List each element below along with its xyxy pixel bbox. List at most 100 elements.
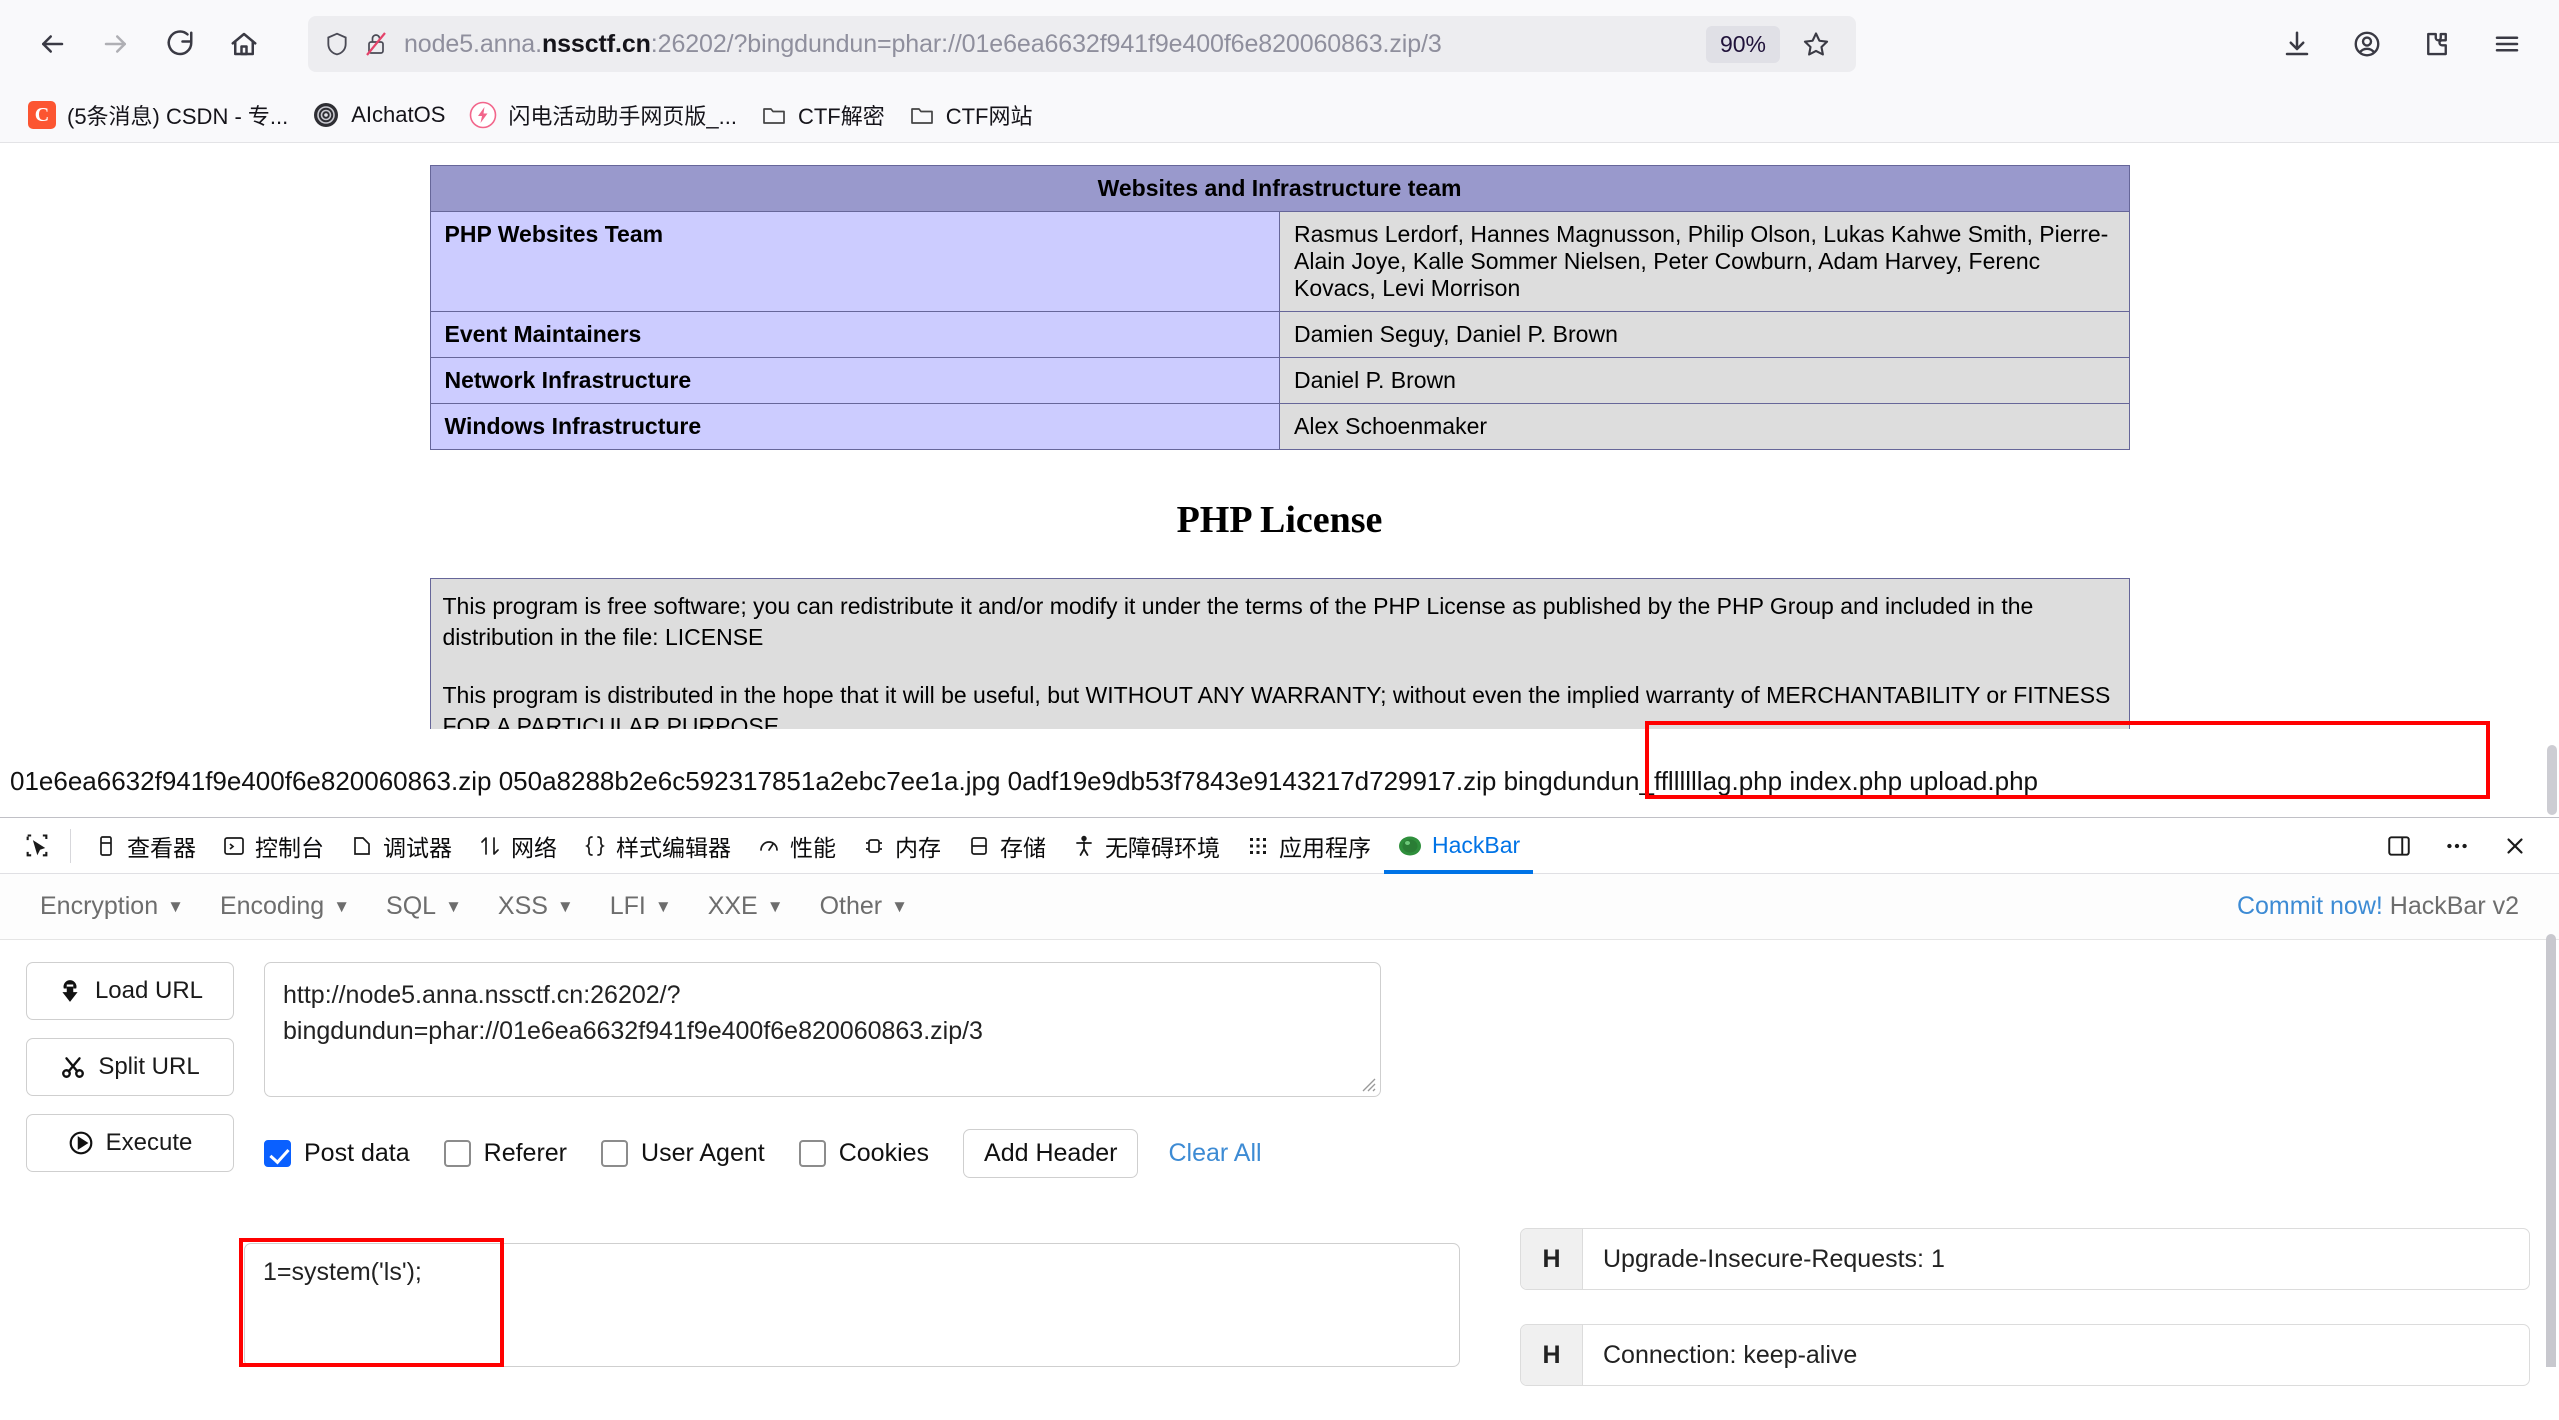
split-url-button[interactable]: Split URL: [26, 1038, 234, 1096]
tab-label: HackBar: [1432, 832, 1521, 858]
menu-label: LFI: [609, 892, 646, 920]
tab-application[interactable]: 应用程序: [1233, 818, 1384, 874]
account-icon[interactable]: [2339, 16, 2395, 72]
table-row-value: Daniel P. Brown: [1279, 357, 2130, 404]
tab-hackbar[interactable]: HackBar: [1384, 818, 1533, 874]
table-row-key: Network Infrastructure: [429, 357, 1280, 404]
bookmark-ctf-jiemi[interactable]: CTF解密: [751, 93, 895, 137]
zoom-level-badge[interactable]: 90%: [1705, 25, 1780, 63]
bookmark-ctf-wangzhan[interactable]: CTF网站: [899, 93, 1043, 137]
license-paragraph: This program is distributed in the hope …: [442, 682, 2111, 729]
tab-console[interactable]: 控制台: [209, 818, 337, 874]
tab-label: 存储: [1000, 834, 1046, 861]
accessibility-icon: [1072, 834, 1096, 858]
post-data-checkbox[interactable]: Post data: [264, 1139, 410, 1168]
page-content: Websites and Infrastructure team PHP Web…: [0, 143, 2559, 729]
home-icon[interactable]: [216, 16, 272, 72]
hackbar-icon: [1397, 833, 1423, 859]
chevron-down-icon: ▼: [333, 897, 351, 916]
tab-accessibility[interactable]: 无障碍环境: [1059, 818, 1233, 874]
header-value[interactable]: Upgrade-Insecure-Requests: 1: [1583, 1229, 2529, 1289]
header-value[interactable]: Connection: keep-alive: [1583, 1325, 2529, 1385]
table-title: Websites and Infrastructure team: [429, 165, 2130, 212]
resize-grip-icon[interactable]: [1357, 1073, 1377, 1093]
menu-xss[interactable]: XSS ▼: [480, 886, 592, 927]
checkbox-box[interactable]: [264, 1140, 291, 1167]
url-input[interactable]: http://node5.anna.nssctf.cn:26202/? bing…: [264, 962, 1381, 1097]
bookmark-label: AIchatOS: [351, 102, 446, 127]
bookmark-csdn[interactable]: C (5条消息) CSDN - 专...: [18, 93, 298, 137]
element-picker-icon[interactable]: [14, 823, 60, 869]
memory-icon: [862, 834, 886, 858]
chevron-down-icon: ▼: [556, 897, 574, 916]
execute-button[interactable]: Execute: [26, 1114, 234, 1172]
tab-label: 控制台: [255, 834, 324, 861]
menu-lfi[interactable]: LFI ▼: [592, 886, 690, 927]
inspector-icon: [94, 834, 118, 858]
cookies-checkbox[interactable]: Cookies: [798, 1139, 929, 1168]
button-label: Split URL: [98, 1053, 200, 1080]
url-text[interactable]: node5.anna.nssctf.cn:26202/?bingdundun=p…: [404, 30, 1706, 59]
checkbox-box[interactable]: [601, 1140, 629, 1167]
header-key-badge: H: [1521, 1325, 1583, 1385]
table-row-value: Rasmus Lerdorf, Hannes Magnusson, Philip…: [1279, 211, 2130, 312]
table-row-key: Event Maintainers: [429, 311, 1280, 358]
debugger-icon: [350, 834, 374, 858]
devtools-scrollbar[interactable]: [2546, 934, 2556, 1367]
add-header-button[interactable]: Add Header: [963, 1129, 1139, 1178]
style-editor-icon: [583, 834, 607, 858]
commit-now-link[interactable]: Commit now!: [2237, 892, 2383, 920]
url-line-2: bingdundun=phar://01e6ea6632f941f9e400f6…: [283, 1017, 983, 1046]
option-label: Referer: [483, 1139, 568, 1167]
bookmark-aichatos[interactable]: AIchatOS: [302, 95, 455, 135]
hackbar-menubar: Encryption ▼ Encoding ▼ SQL ▼ XSS ▼ LFI ▼ XXE…: [0, 874, 2559, 940]
tab-performance[interactable]: 性能: [744, 818, 849, 874]
load-url-button[interactable]: Load URL: [26, 962, 234, 1020]
folder-icon: [761, 103, 787, 127]
menu-label: SQL: [386, 892, 437, 920]
table-row-key: Windows Infrastructure: [429, 403, 1280, 450]
menu-encoding[interactable]: Encoding ▼: [202, 886, 368, 927]
reload-icon[interactable]: [152, 16, 208, 72]
bookmark-star-icon[interactable]: [1792, 20, 1840, 68]
bookmark-label: 闪电活动助手网页版_...: [508, 104, 737, 129]
dock-layout-icon[interactable]: [2377, 824, 2421, 868]
websites-infrastructure-table: Websites and Infrastructure team PHP Web…: [429, 165, 2130, 450]
referer-checkbox[interactable]: Referer: [443, 1139, 568, 1168]
tab-style-editor[interactable]: 样式编辑器: [570, 818, 744, 874]
post-data-input[interactable]: 1=system('ls');: [244, 1243, 1460, 1367]
button-label: Load URL: [94, 977, 204, 1004]
performance-icon: [757, 834, 781, 858]
hackbar-action-buttons: Load URL Split URL Execute: [26, 962, 234, 1178]
tab-label: 调试器: [383, 834, 452, 861]
menu-other[interactable]: Other ▼: [802, 886, 926, 927]
header-row[interactable]: H Connection: keep-alive: [1520, 1324, 2530, 1386]
menu-xxe[interactable]: XXE ▼: [690, 886, 802, 927]
extensions-icon[interactable]: [2409, 16, 2465, 72]
url-bar[interactable]: node5.anna.nssctf.cn:26202/?bingdundun=p…: [308, 16, 1856, 72]
clear-all-button[interactable]: Clear All: [1168, 1139, 1261, 1168]
menu-encryption[interactable]: Encryption ▼: [22, 886, 202, 927]
tab-network[interactable]: 网络: [465, 818, 570, 874]
app-menu-icon[interactable]: [2479, 16, 2535, 72]
downloads-icon[interactable]: [2269, 16, 2325, 72]
tab-debugger[interactable]: 调试器: [337, 818, 465, 874]
back-arrow-icon[interactable]: [24, 16, 80, 72]
checkbox-box[interactable]: [443, 1140, 471, 1167]
header-row[interactable]: H Upgrade-Insecure-Requests: 1: [1520, 1228, 2530, 1290]
forward-arrow-icon[interactable]: [88, 16, 144, 72]
user-agent-checkbox[interactable]: User Agent: [601, 1139, 765, 1168]
tab-storage[interactable]: 存储: [954, 818, 1059, 874]
checkbox-box[interactable]: [798, 1140, 826, 1167]
close-icon[interactable]: [2493, 824, 2537, 868]
chevron-down-icon: ▼: [654, 897, 672, 916]
shield-icon: [324, 30, 350, 58]
bookmark-lightning[interactable]: 闪电活动助手网页版_...: [459, 93, 747, 137]
tab-memory[interactable]: 内存: [849, 818, 954, 874]
broken-lock-icon[interactable]: [364, 30, 388, 58]
page-scrollbar[interactable]: [2547, 745, 2557, 815]
chevron-down-icon: ▼: [167, 897, 184, 916]
more-options-icon[interactable]: [2435, 824, 2479, 868]
tab-inspector[interactable]: 查看器: [81, 818, 209, 874]
menu-sql[interactable]: SQL ▼: [368, 886, 480, 927]
